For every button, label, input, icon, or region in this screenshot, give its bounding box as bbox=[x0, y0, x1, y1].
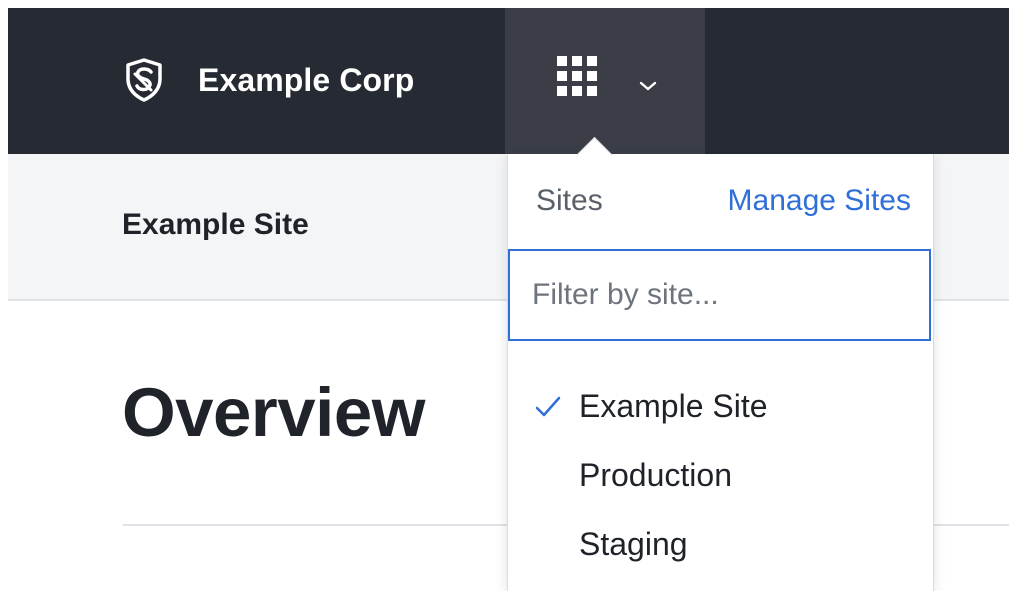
page-title: Overview bbox=[122, 374, 425, 451]
site-switcher-dropdown: Sites Manage Sites Example Site Producti… bbox=[507, 136, 934, 591]
site-list-item-production[interactable]: Production bbox=[508, 443, 931, 512]
brand[interactable]: Example Corp bbox=[120, 55, 414, 105]
shield-logo-icon bbox=[120, 56, 168, 104]
top-navigation-bar: Example Corp bbox=[8, 8, 1009, 154]
site-switcher-toggle[interactable] bbox=[505, 8, 705, 154]
site-list-item-label: Production bbox=[579, 457, 732, 493]
current-site-name: Example Site bbox=[122, 208, 309, 241]
filter-by-site-input[interactable] bbox=[508, 249, 931, 341]
manage-sites-link[interactable]: Manage Sites bbox=[728, 184, 911, 218]
site-list-item-example-site[interactable]: Example Site bbox=[508, 374, 931, 443]
site-list-item-label: Staging bbox=[579, 526, 688, 562]
sites-label: Sites bbox=[536, 184, 603, 217]
brand-name: Example Corp bbox=[198, 61, 415, 98]
chevron-down-icon bbox=[639, 81, 657, 91]
apps-grid-icon bbox=[557, 56, 597, 96]
checkmark-icon bbox=[535, 396, 561, 417]
site-list-item-label: Example Site bbox=[579, 388, 768, 424]
site-list-item-staging[interactable]: Staging bbox=[508, 512, 931, 581]
site-list: Example Site Production Staging bbox=[508, 374, 931, 581]
